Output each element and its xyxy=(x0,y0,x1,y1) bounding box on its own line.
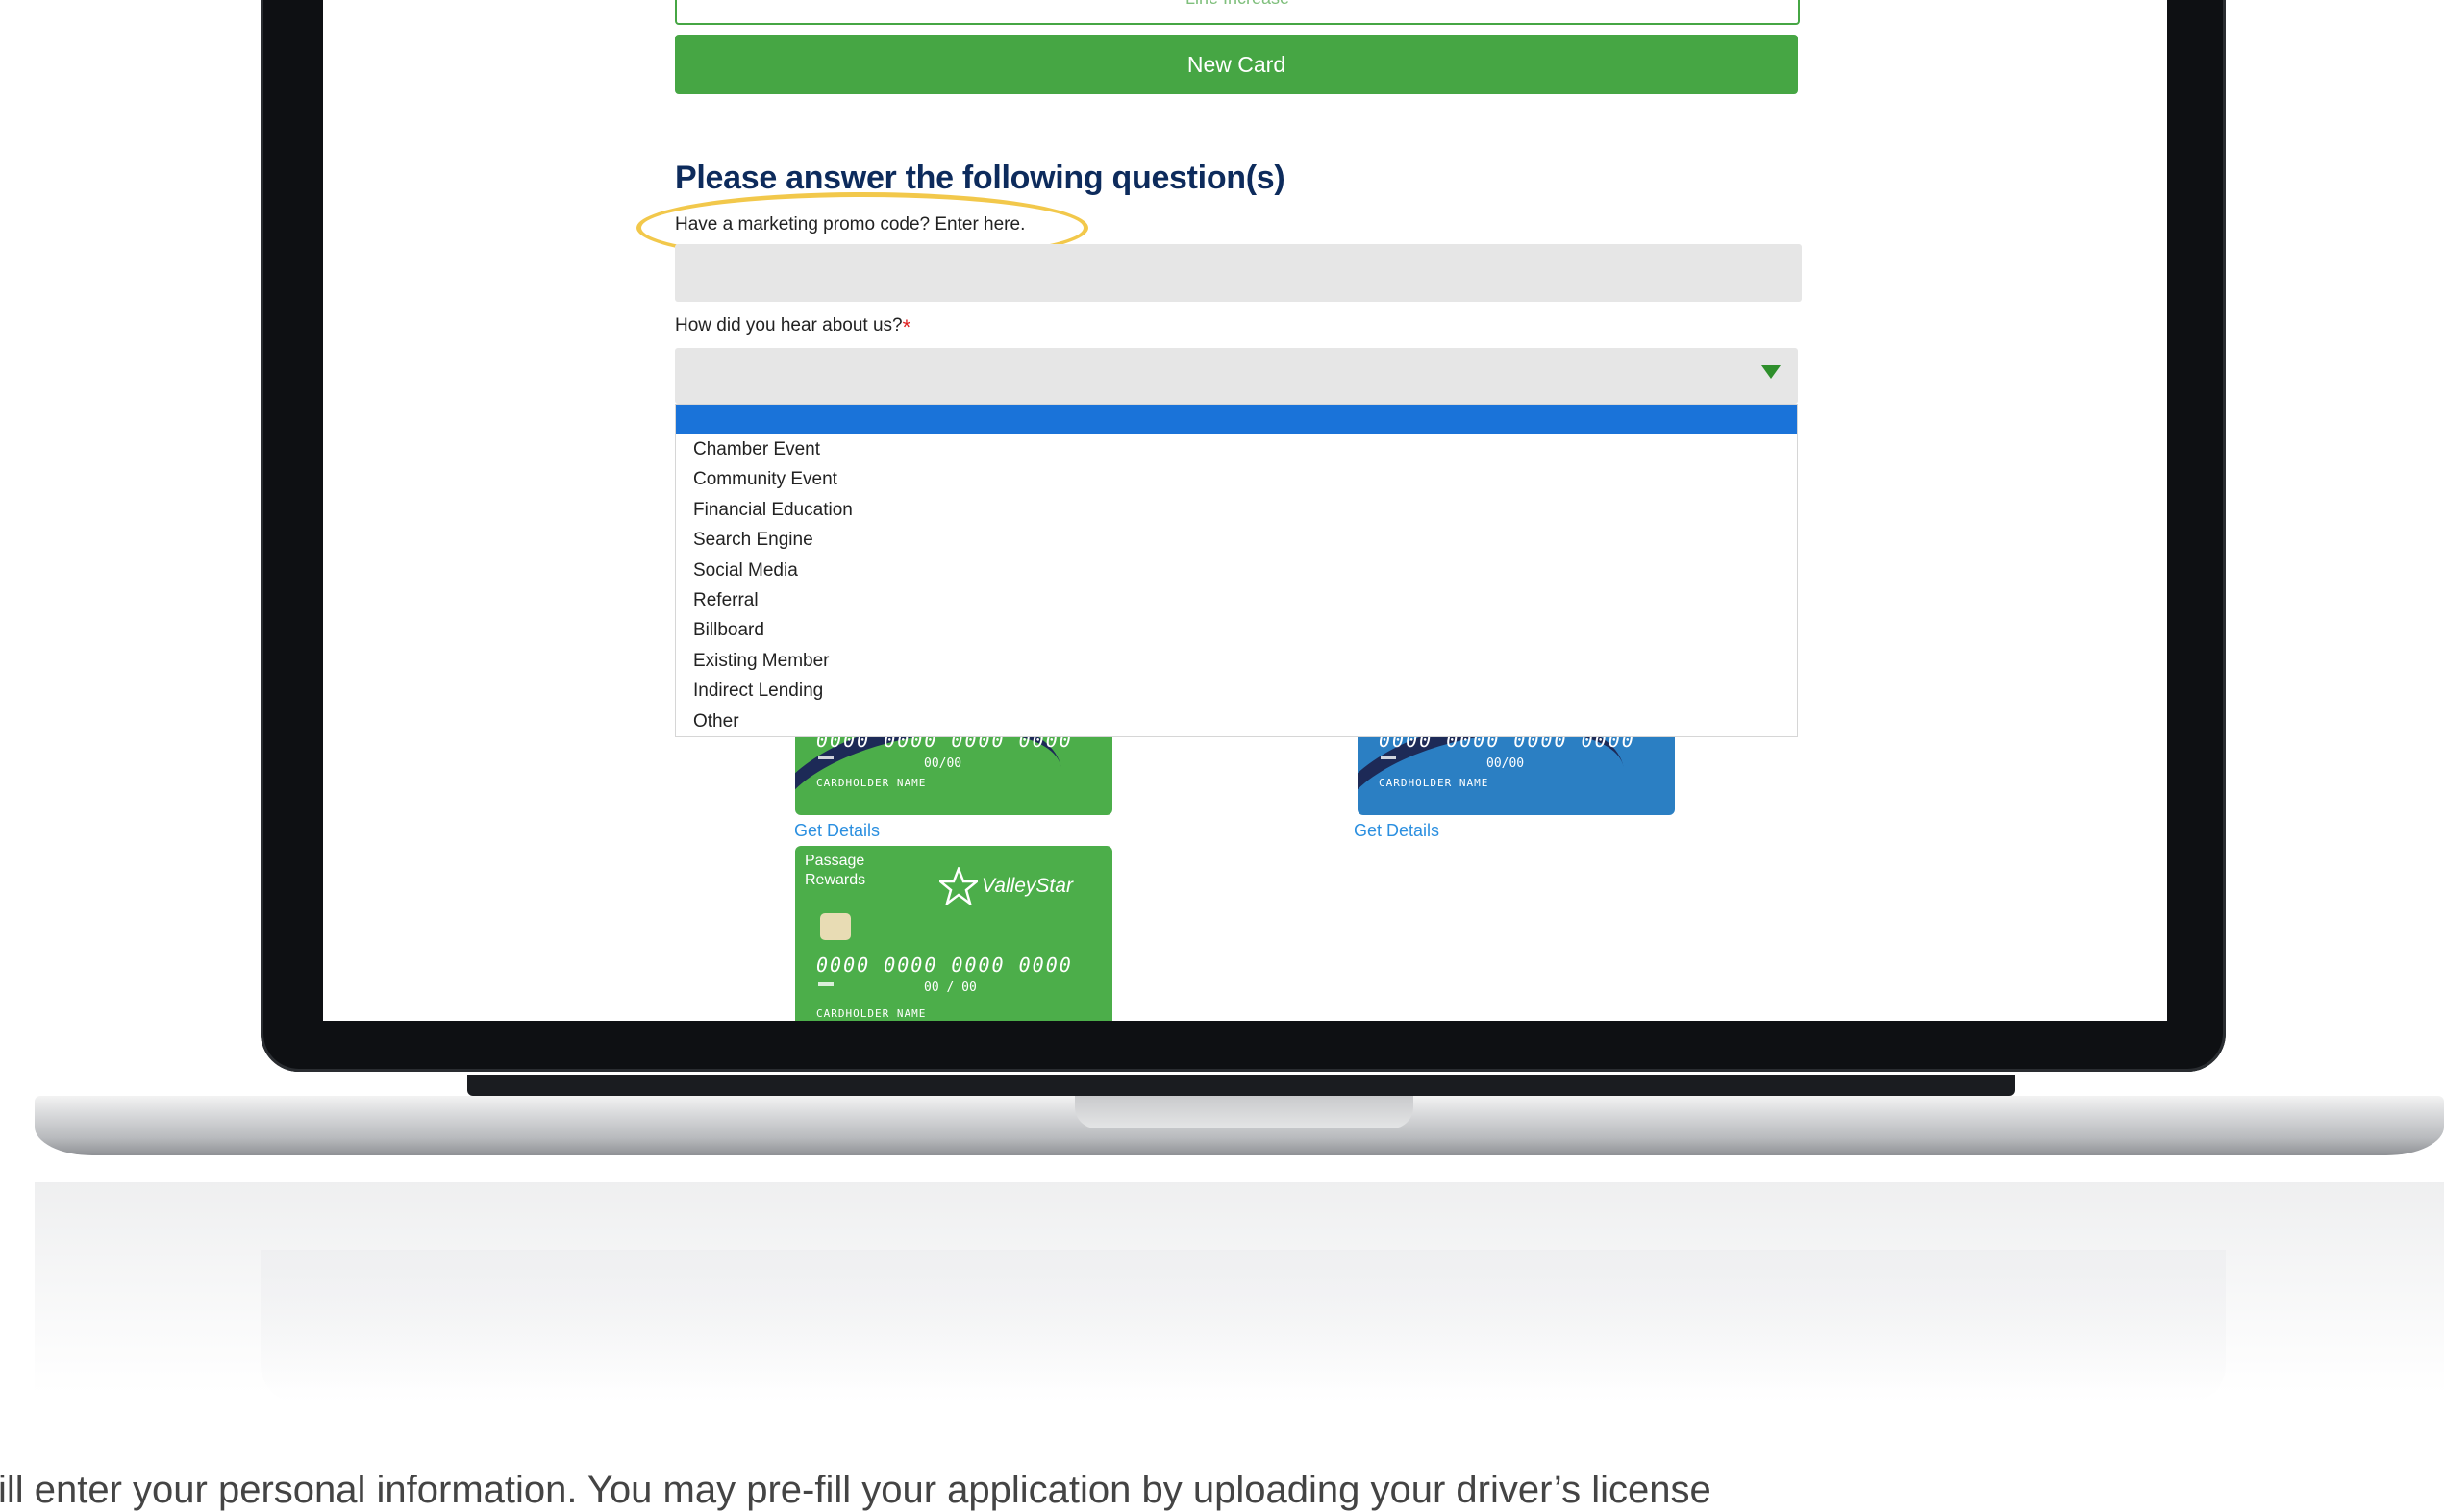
credit-card-passage-rewards[interactable]: Passage Rewards ValleyStar 0000 0000 0000… xyxy=(795,846,1112,1021)
dropdown-option[interactable]: Chamber Event xyxy=(676,434,1797,464)
card-number: 0000 0000 0000 0000 xyxy=(816,954,1073,977)
hear-about-us-dropdown[interactable]: Chamber Event Community Event Financial Ed… xyxy=(675,404,1798,737)
card-title-line2: Rewards xyxy=(805,872,866,888)
hear-about-us-text: How did you hear about us? xyxy=(675,315,903,335)
laptop-notch xyxy=(1075,1096,1413,1128)
card-mark xyxy=(818,756,834,759)
valleystar-logo: ValleyStar xyxy=(939,867,1073,905)
hear-about-us-select[interactable] xyxy=(675,348,1798,404)
card-chip-icon xyxy=(820,913,851,940)
logo-text: ValleyStar xyxy=(982,875,1073,897)
card-holder-name: CARDHOLDER NAME xyxy=(1379,777,1489,789)
card-expiry: 00 / 00 xyxy=(924,980,977,995)
dropdown-arrow-icon[interactable] xyxy=(1761,365,1781,379)
required-marker: * xyxy=(902,315,911,339)
dropdown-option[interactable]: Other xyxy=(676,706,1797,736)
dropdown-options: Chamber Event Community Event Financial Ed… xyxy=(676,434,1797,736)
laptop-screen: Line Increase New Card Please answer the… xyxy=(323,0,2167,1021)
dropdown-highlighted-option[interactable] xyxy=(676,405,1797,434)
hear-about-us-label: How did you hear about us?* xyxy=(675,315,910,340)
laptop-hinge xyxy=(467,1075,2015,1096)
get-details-link-2[interactable]: Get Details xyxy=(1354,821,1439,841)
card-expiry: 00/00 xyxy=(1486,756,1525,771)
dropdown-option[interactable]: Social Media xyxy=(676,556,1797,585)
promo-code-input[interactable] xyxy=(675,244,1802,302)
card-holder-name: CARDHOLDER NAME xyxy=(816,1007,927,1020)
get-details-link-1[interactable]: Get Details xyxy=(794,821,880,841)
card-title: Passage Rewards xyxy=(805,852,865,890)
card-title-line1: Passage xyxy=(805,853,865,869)
dropdown-option[interactable]: Financial Education xyxy=(676,495,1797,525)
card-expiry: 00/00 xyxy=(924,756,962,771)
questions-heading: Please answer the following question(s) xyxy=(675,160,1285,196)
laptop-reflection-inner xyxy=(261,1250,2226,1403)
card-holder-name: CARDHOLDER NAME xyxy=(816,777,927,789)
line-increase-button[interactable]: Line Increase xyxy=(675,0,1800,25)
dropdown-option[interactable]: Billboard xyxy=(676,615,1797,645)
promo-code-label: Have a marketing promo code? Enter here. xyxy=(675,214,1026,235)
card-mark xyxy=(818,982,834,986)
dropdown-option[interactable]: Community Event xyxy=(676,464,1797,494)
new-card-button[interactable]: New Card xyxy=(675,35,1798,94)
star-logo-icon xyxy=(939,867,978,905)
instruction-paragraph: ill enter your personal information. You… xyxy=(0,1469,1711,1511)
card-mark xyxy=(1381,756,1396,759)
dropdown-option[interactable]: Existing Member xyxy=(676,646,1797,676)
dropdown-option[interactable]: Referral xyxy=(676,585,1797,615)
dropdown-option[interactable]: Search Engine xyxy=(676,525,1797,555)
dropdown-option[interactable]: Indirect Lending xyxy=(676,676,1797,706)
